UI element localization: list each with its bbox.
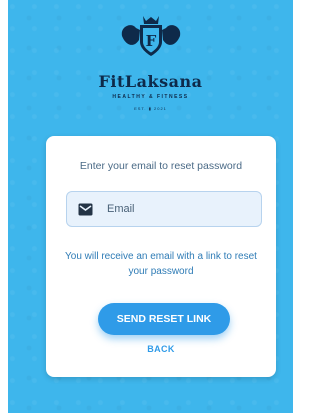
email-field[interactable]	[66, 191, 262, 227]
brand-established: EST. ▮ 2021	[8, 106, 293, 111]
est-left: EST.	[134, 106, 147, 111]
mail-icon	[78, 203, 93, 216]
est-right: 2021	[154, 106, 167, 111]
logo-letter: F	[146, 32, 157, 50]
dumbbell-icon: ▮	[148, 106, 152, 111]
shield-crown-biceps-logo-icon: F	[121, 16, 181, 56]
brand-name: FitLaksana	[98, 72, 203, 91]
reset-heading: Enter your email to reset password	[79, 160, 243, 172]
email-input[interactable]	[107, 192, 257, 226]
reset-info-text: You will receive an email with a link to…	[65, 251, 257, 277]
brand-tagline: HEALTHY & FITNESS	[112, 94, 189, 100]
reset-password-card: Enter your email to reset password You w…	[46, 136, 276, 377]
send-reset-link-button[interactable]: SEND RESET LINK	[98, 303, 230, 335]
app-screen: F FitLaksana HEALTHY & FITNESS EST. ▮ 20…	[8, 0, 293, 413]
back-link[interactable]: BACK	[46, 344, 276, 354]
brand-logo: F FitLaksana HEALTHY & FITNESS EST. ▮ 20…	[8, 14, 293, 111]
